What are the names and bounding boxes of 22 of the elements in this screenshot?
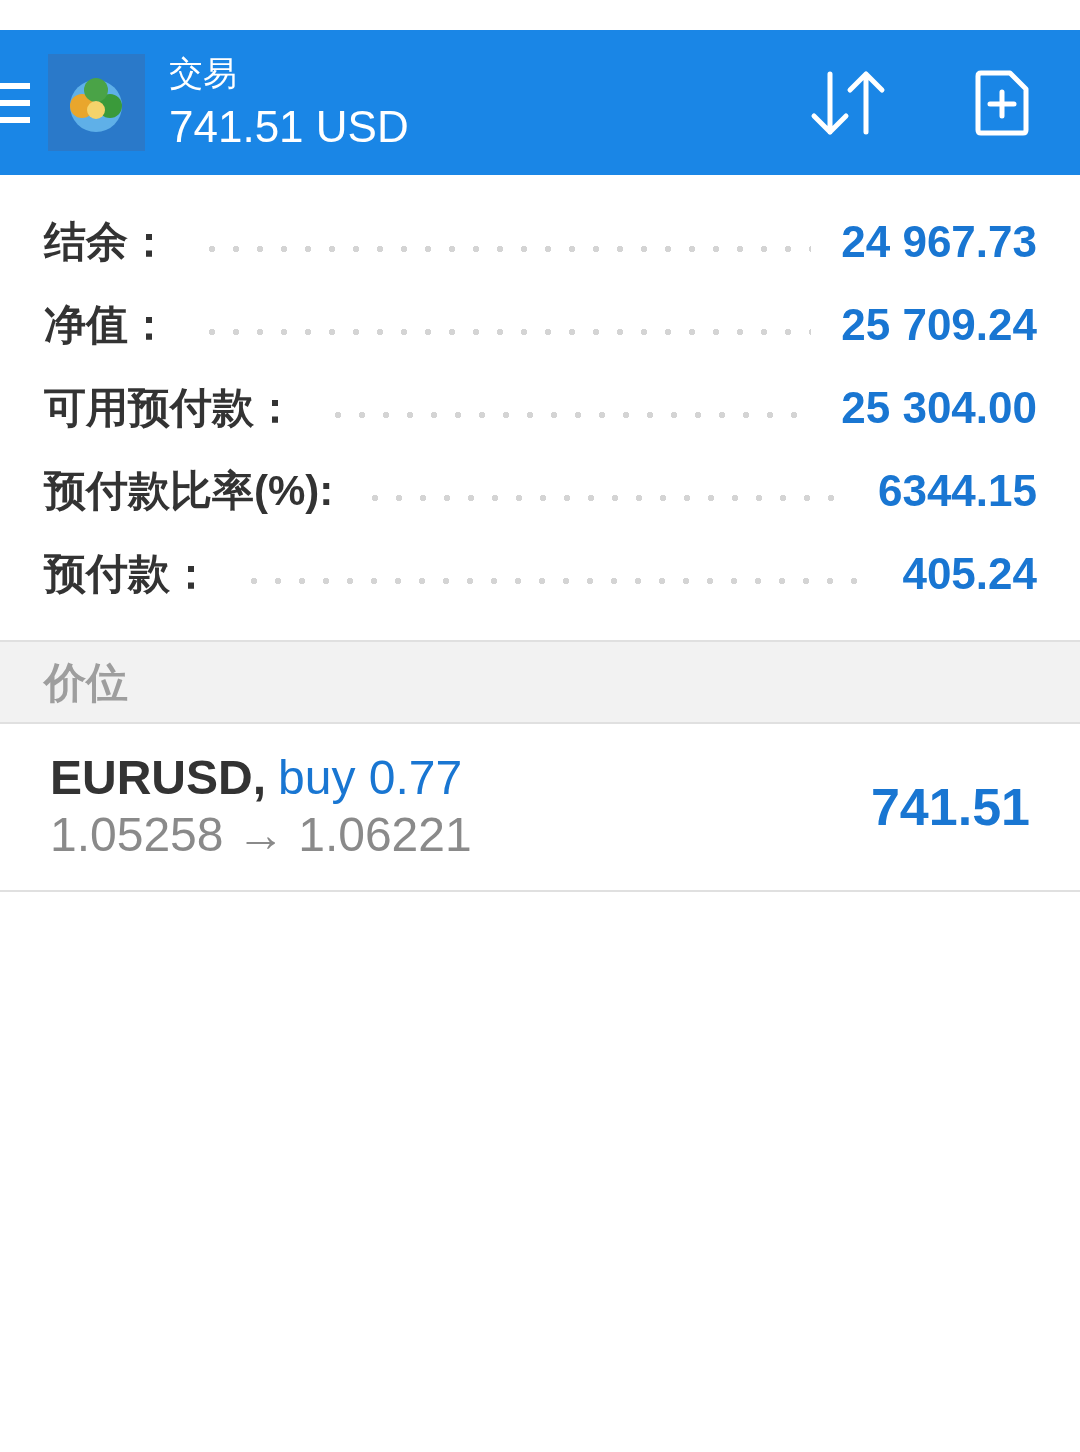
position-prices: 1.05258 → 1.06221 bbox=[50, 807, 472, 863]
position-symbol: EURUSD, bbox=[50, 750, 267, 806]
summary-label: 预付款比率(%): bbox=[44, 466, 334, 516]
position-order: buy 0.77 bbox=[278, 750, 463, 806]
account-balance: 741.51 USD bbox=[169, 100, 409, 153]
app-logo-icon bbox=[48, 54, 145, 151]
summary-value: 25 709.24 bbox=[841, 298, 1037, 351]
summary-label: 预付款： bbox=[44, 549, 212, 599]
summary-value: 6344.15 bbox=[877, 464, 1037, 517]
summary-value: 405.24 bbox=[902, 547, 1037, 600]
new-document-icon[interactable] bbox=[974, 69, 1030, 136]
sort-icon[interactable] bbox=[810, 69, 886, 136]
summary-value: 25 304.00 bbox=[841, 381, 1037, 434]
position-row[interactable]: EURUSD, buy 0.77 1.05258 → 1.06221 741.51 bbox=[0, 724, 1080, 892]
summary-value: 24 967.73 bbox=[841, 215, 1037, 268]
header-title: 交易 bbox=[169, 52, 238, 94]
section-title: 价位 bbox=[44, 657, 128, 708]
summary-label: 结余： bbox=[44, 217, 170, 267]
summary-label: 净值： bbox=[44, 300, 170, 350]
menu-icon[interactable] bbox=[0, 80, 30, 125]
position-profit: 741.51 bbox=[870, 777, 1030, 838]
summary-label: 可用预付款： bbox=[44, 383, 296, 433]
